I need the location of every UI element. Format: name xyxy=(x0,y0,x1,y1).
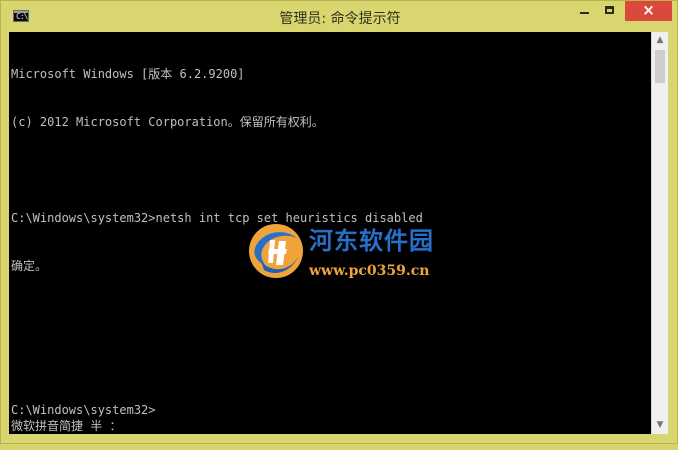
console-line: Microsoft Windows [版本 6.2.9200] xyxy=(11,67,245,81)
watermark-name: 河东软件园 xyxy=(309,226,434,255)
watermark-logo xyxy=(249,224,303,278)
minimize-button[interactable] xyxy=(571,1,597,21)
scrollbar-thumb[interactable] xyxy=(655,50,665,83)
close-button[interactable]: × xyxy=(625,1,672,21)
close-icon: × xyxy=(642,1,655,19)
site-watermark: 河东软件园 www.pc0359.cn xyxy=(248,223,453,281)
command-prompt-window: C:\ 管理员: 命令提示符 × Microsoft Windows [版本 6… xyxy=(0,0,678,444)
watermark-url: www.pc0359.cn xyxy=(309,263,430,279)
minimize-icon xyxy=(580,12,589,14)
scroll-up-icon[interactable]: ▲ xyxy=(652,32,668,49)
console-output[interactable]: Microsoft Windows [版本 6.2.9200] (c) 2012… xyxy=(9,32,651,434)
scroll-down-icon[interactable]: ▼ xyxy=(652,417,668,434)
maximize-button[interactable] xyxy=(597,1,623,21)
vertical-scrollbar[interactable]: ▲ ▼ xyxy=(651,32,668,434)
console-line: C:\Windows\system32> xyxy=(11,403,156,417)
maximize-icon xyxy=(605,6,614,14)
console-line: (c) 2012 Microsoft Corporation。保留所有权利。 xyxy=(11,115,324,129)
title-bar[interactable]: C:\ 管理员: 命令提示符 × xyxy=(1,1,678,31)
ime-status: 微软拼音简捷 半 ： xyxy=(11,419,122,433)
